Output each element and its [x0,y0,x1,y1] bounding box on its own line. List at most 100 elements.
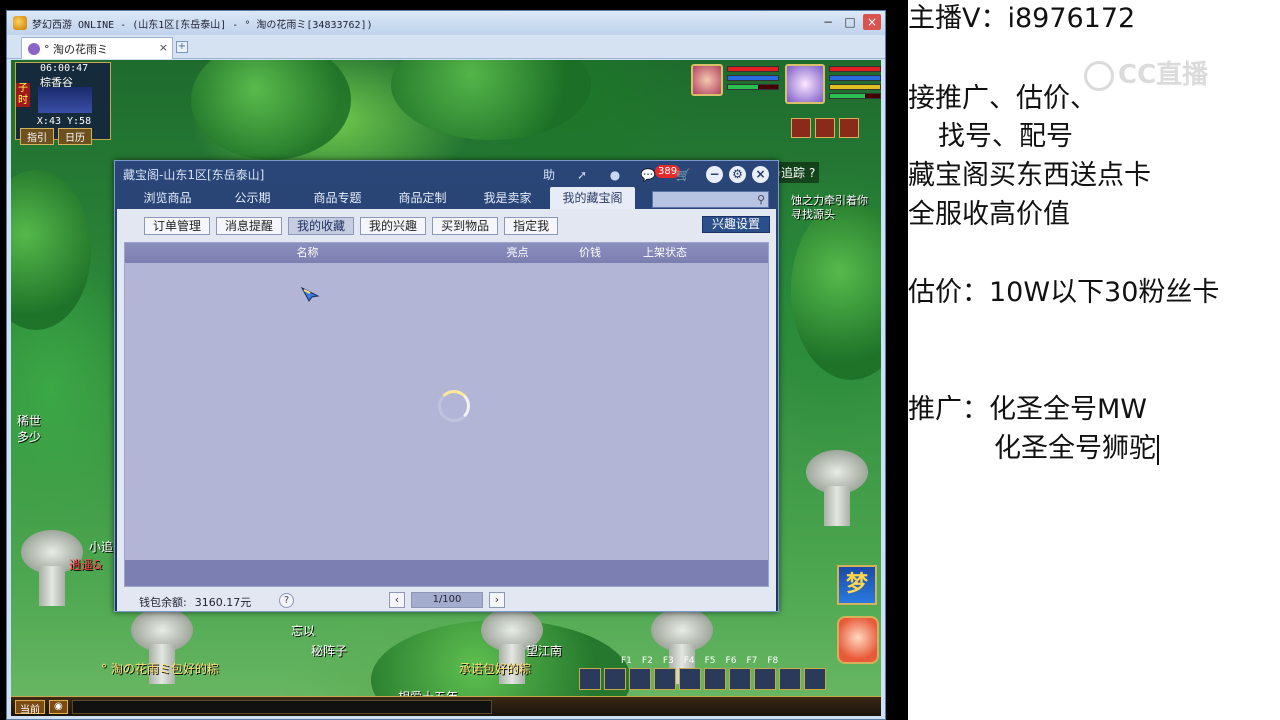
character-icon [28,42,40,55]
npc-label: 稀世 [17,414,42,428]
page-indicator[interactable]: 1/100 [411,592,483,608]
sub-tab[interactable]: 订单管理 [144,217,211,235]
overlay-line: 主播V：i8976172 [908,3,1136,34]
streamer-overlay: CC直播 主播V：i8976172 接推广、估价、 找号、配号 藏宝阁买东西送点… [908,0,1280,720]
nav-tab[interactable]: 我的藏宝阁 [550,187,635,209]
chat-bubble-icon[interactable]: 💬 [640,167,656,183]
interest-settings-button[interactable]: 兴趣设置 [702,216,771,233]
sub-tab[interactable]: 买到物品 [432,217,499,235]
skill-slot[interactable] [754,668,776,690]
sub-tabs: 订单管理 消息提醒 我的收藏 我的兴趣 买到物品 指定我 [144,217,559,235]
buff-icon[interactable] [791,118,811,138]
foliage [11,170,91,330]
treasure-pavilion-dialog: 藏宝阁-山东1区[东岳泰山] 助 ➚ ● 💬 389 🛒 − ⚙ × 浏览商品公… [114,160,779,612]
tab-bar: ° 淘の花雨ミ × + [7,35,885,59]
nav-tab[interactable]: 公示期 [210,187,295,209]
voice-icon[interactable]: ◉ [49,699,68,714]
next-page-button[interactable]: › [489,592,505,608]
stone-pedestal [806,450,868,526]
maximize-window-button[interactable]: □ [841,14,859,30]
share-icon[interactable]: ➚ [574,167,590,183]
coordinates: X:43 Y:58 [36,116,92,127]
new-tab-button[interactable]: + [176,41,188,53]
assistant-avatar[interactable] [837,616,879,664]
skill-slot[interactable] [604,668,626,690]
window-titlebar[interactable]: 梦幻西游 ONLINE - (山东1区[东岳泰山] - ° 淘の花雨ミ[3483… [7,11,885,35]
skill-slot[interactable] [679,668,701,690]
skill-slot[interactable] [779,668,801,690]
column-name: 名称 [296,246,319,259]
overlay-line: 找号、配号 [938,121,1073,152]
overlay-line: 全服收高价值 [908,199,1070,230]
guide-button[interactable]: 指引 [20,128,54,145]
skill-slot[interactable] [804,668,826,690]
game-tab[interactable]: ° 淘の花雨ミ × [21,37,173,59]
hotkey-label: F8 [767,656,779,666]
prev-page-button[interactable]: ‹ [389,592,405,608]
heart-icon[interactable] [815,118,835,138]
hotkey-label: F7 [746,656,758,666]
task-text: 寻找源头 [791,208,835,221]
shichen-label: 子时 [16,83,30,107]
record-icon[interactable]: ● [607,167,623,183]
overlay-line: 藏宝阁买东西送点卡 [908,160,1151,191]
search-input[interactable]: ⚲ [652,191,769,208]
text-caret [1157,434,1159,465]
sub-tab[interactable]: 我的兴趣 [360,217,427,235]
nav-tab[interactable]: 浏览商品 [125,187,210,209]
chat-line: 承诺包好的粽 [459,662,532,676]
npc-label: 逍遥& [69,558,103,572]
hotkey-label: F6 [725,656,737,666]
loading-spinner-icon [438,390,470,422]
chat-line: ° 淘の花雨ミ包好的粽 [101,662,219,676]
player-portrait[interactable] [785,64,825,104]
stone-pedestal [131,608,193,684]
time-location-panel[interactable]: 子时 06:00:47 棕香谷 X:43 Y:58 指引 日历 [15,62,111,145]
dialog-title: 藏宝阁-山东1区[东岳泰山] [123,168,265,182]
close-window-button[interactable]: × [863,14,881,30]
skill-slot[interactable] [704,668,726,690]
minimize-dialog-button[interactable]: − [706,166,723,183]
help-button[interactable]: 助 [543,166,555,183]
skill-slot[interactable] [629,668,651,690]
npc-label: 秘阵子 [311,644,348,658]
sub-tab[interactable]: 我的收藏 [288,217,355,235]
tab-close-icon[interactable]: × [159,41,168,54]
buff-icons [791,118,859,138]
pet-status-bars [727,66,779,93]
hotkey-label: F5 [704,656,716,666]
dream-menu-button[interactable]: 梦 [837,565,877,605]
nav-tab[interactable]: 我是卖家 [465,187,550,209]
calendar-button[interactable]: 日历 [58,128,92,145]
chat-input[interactable] [71,699,492,714]
cart-icon[interactable]: 🛒 [675,167,691,183]
nav-tab[interactable]: 商品专题 [295,187,380,209]
close-dialog-button[interactable]: × [752,166,769,183]
minimize-window-button[interactable]: − [819,14,837,30]
skill-slot[interactable] [654,668,676,690]
watermark-text: CC直播 [1118,60,1209,90]
night-sky-icon [38,87,92,113]
sub-tab[interactable]: 消息提醒 [216,217,283,235]
sub-tab[interactable]: 指定我 [504,217,559,235]
help-icon[interactable]: ? [809,166,815,180]
pet-portrait[interactable] [691,64,723,96]
foliage [791,200,881,380]
npc-label: 望江南 [526,644,563,658]
cc-live-watermark: CC直播 [1084,54,1208,91]
skill-slot[interactable] [579,668,601,690]
overlay-line: 化圣全号狮驼 [994,426,1159,465]
favorites-table: 名称 亮点 价钱 上架状态 [124,242,769,587]
nav-tab[interactable]: 商品定制 [380,187,465,209]
wallet-help-icon[interactable]: ? [279,593,294,608]
wallet-value: 3160.17元 [194,596,252,609]
bottom-toolbar: 当前 ◉ [11,696,881,716]
buff-icon[interactable] [839,118,859,138]
channel-button[interactable]: 当前 [15,699,45,716]
wallet-label: 钱包余额: [139,596,187,609]
skill-slot[interactable] [729,668,751,690]
settings-icon[interactable]: ⚙ [729,166,746,183]
npc-label: 忘以 [291,624,316,638]
search-icon[interactable]: ⚲ [757,193,765,206]
column-listing-status: 上架状态 [643,246,687,259]
